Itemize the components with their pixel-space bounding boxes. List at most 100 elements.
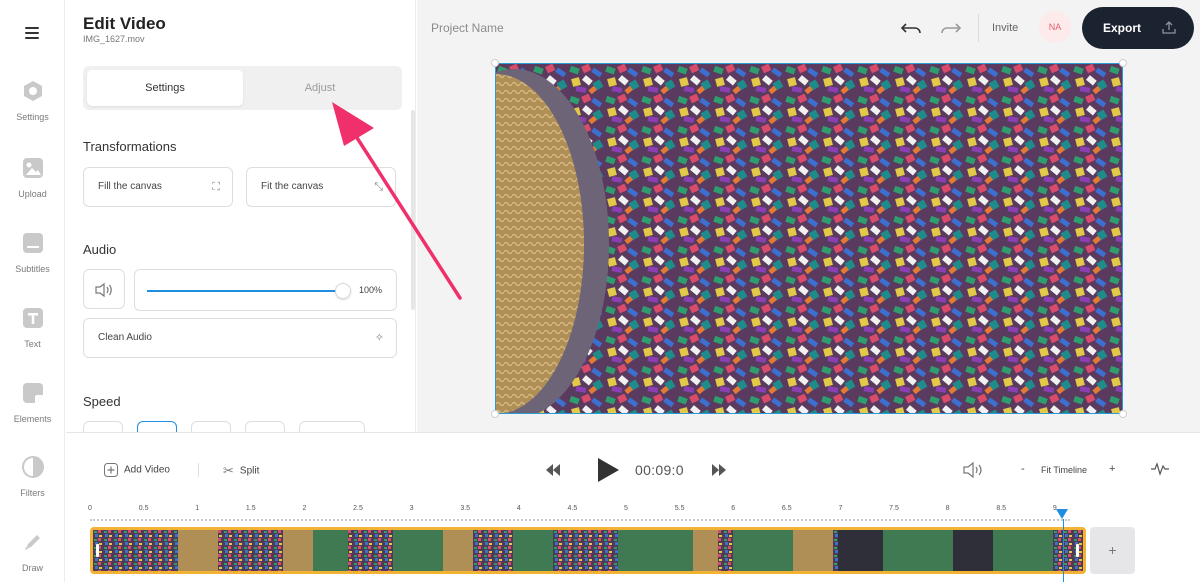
text-icon bbox=[22, 308, 43, 328]
resize-handle[interactable] bbox=[1119, 410, 1127, 418]
volume-icon[interactable] bbox=[962, 461, 984, 479]
ruler-label: 2.5 bbox=[353, 505, 363, 512]
project-name[interactable]: Project Name bbox=[431, 21, 504, 35]
sidebar-item-label: Upload bbox=[18, 189, 47, 199]
playhead-marker[interactable] bbox=[1056, 509, 1068, 521]
ruler-label: 0 bbox=[88, 505, 92, 512]
sidebar-item-label: Draw bbox=[21, 563, 43, 573]
speed-option[interactable] bbox=[299, 421, 365, 432]
ruler-label: 3 bbox=[409, 505, 414, 512]
sidebar-item-label: Settings bbox=[16, 112, 49, 122]
volume-slider[interactable]: 100% bbox=[134, 269, 397, 311]
speed-option[interactable] bbox=[83, 421, 123, 432]
timeline-ruler[interactable]: 0 0.5 1 1.5 2 2.5 3 3.5 4 4.5 5 5.5 6 6.… bbox=[88, 505, 1090, 525]
fill-canvas-label: Fill the canvas bbox=[98, 181, 162, 192]
fill-canvas-button[interactable]: Fill the canvas ⛶ bbox=[83, 167, 233, 207]
sidebar-item-label: Elements bbox=[13, 414, 52, 424]
rewind-icon[interactable] bbox=[546, 464, 560, 476]
playhead-line bbox=[1063, 519, 1064, 582]
sidebar-item-upload[interactable]: Upload bbox=[0, 157, 65, 199]
waveform-icon[interactable] bbox=[1151, 462, 1169, 476]
menu-icon[interactable] bbox=[25, 27, 39, 39]
ruler-ticks bbox=[90, 519, 1070, 523]
ruler-label: 7.5 bbox=[889, 505, 899, 512]
clip-trim-handle-left[interactable] bbox=[96, 544, 99, 557]
ruler-label: 8 bbox=[945, 505, 950, 512]
ruler-label: 4.5 bbox=[567, 505, 578, 512]
fast-forward-icon[interactable] bbox=[712, 464, 726, 476]
sidebar-item-draw[interactable]: Draw bbox=[0, 531, 65, 573]
ruler-label: 2 bbox=[302, 505, 307, 512]
transformations-heading: Transformations bbox=[83, 139, 177, 154]
fit-canvas-label: Fit the canvas bbox=[261, 181, 324, 192]
ruler-label: 1 bbox=[195, 505, 200, 512]
editor-stage: Project Name Invite NA Export bbox=[417, 0, 1200, 432]
sparkle-icon: ✧ bbox=[374, 332, 384, 344]
invite-button[interactable]: Invite bbox=[992, 22, 1018, 34]
ruler-label: 8.5 bbox=[996, 505, 1007, 512]
sidebar-item-text[interactable]: Text bbox=[0, 307, 65, 349]
speed-option-selected[interactable] bbox=[137, 421, 177, 432]
ruler-label: 5 bbox=[624, 505, 628, 512]
speed-option[interactable] bbox=[191, 421, 231, 432]
resize-handle[interactable] bbox=[1119, 59, 1127, 67]
split-button[interactable]: ✂ Split bbox=[223, 463, 259, 479]
toolbar-divider bbox=[978, 14, 979, 42]
sidebar-item-settings[interactable]: Settings bbox=[0, 80, 65, 122]
sidebar-item-filters[interactable]: Filters bbox=[0, 456, 65, 498]
volume-toggle-button[interactable] bbox=[83, 269, 125, 309]
sidebar-item-label: Text bbox=[24, 339, 41, 349]
add-video-button[interactable]: Add Video bbox=[104, 463, 170, 477]
shrink-icon: ⤡ bbox=[374, 181, 383, 193]
volume-value: 100% bbox=[358, 285, 382, 295]
avatar[interactable]: NA bbox=[1039, 11, 1071, 43]
resize-handle[interactable] bbox=[491, 410, 499, 418]
clip-trim-handle-right[interactable] bbox=[1076, 544, 1079, 557]
fit-timeline-button[interactable]: Fit Timeline bbox=[1041, 465, 1087, 475]
file-name: IMG_1627.mov bbox=[83, 34, 145, 44]
sidebar-item-label: Subtitles bbox=[15, 264, 50, 274]
resize-handle[interactable] bbox=[491, 59, 499, 67]
ruler-label: 4 bbox=[516, 505, 521, 512]
zoom-in-button[interactable]: + bbox=[1109, 463, 1115, 475]
ruler-label: 0.5 bbox=[138, 505, 149, 512]
speaker-icon bbox=[95, 282, 112, 298]
ruler-label: 5.5 bbox=[674, 505, 685, 512]
ruler-label: 7 bbox=[838, 505, 843, 512]
toolbar-divider bbox=[198, 463, 199, 477]
upload-icon bbox=[22, 158, 43, 178]
add-video-label: Add Video bbox=[124, 464, 170, 476]
export-label: Export bbox=[1103, 21, 1142, 35]
video-clip[interactable] bbox=[90, 527, 1086, 574]
filters-icon bbox=[21, 456, 44, 478]
add-clip-button[interactable]: + bbox=[1090, 527, 1135, 574]
left-rail: Settings Upload Subtitles Text Elements … bbox=[0, 0, 65, 582]
add-icon bbox=[104, 463, 118, 477]
tab-settings[interactable]: Settings bbox=[87, 70, 243, 106]
zoom-out-button[interactable]: - bbox=[1021, 463, 1025, 475]
clip-thumbnails bbox=[93, 530, 1083, 571]
tab-adjust[interactable]: Adjust bbox=[242, 70, 398, 106]
export-button[interactable]: Export bbox=[1082, 7, 1194, 49]
volume-slider-track bbox=[147, 290, 339, 292]
speed-option[interactable] bbox=[245, 421, 285, 432]
clean-audio-label: Clean Audio bbox=[98, 332, 152, 343]
panel-scrollbar[interactable] bbox=[411, 110, 415, 310]
scissors-icon: ✂ bbox=[223, 463, 234, 478]
draw-icon bbox=[24, 535, 40, 550]
ruler-label: 6.5 bbox=[781, 505, 792, 512]
redo-icon[interactable] bbox=[940, 17, 962, 39]
panel-title: Edit Video bbox=[83, 14, 166, 33]
subtitles-icon bbox=[22, 233, 43, 253]
sidebar-item-subtitles[interactable]: Subtitles bbox=[0, 232, 65, 274]
fit-canvas-button[interactable]: Fit the canvas ⤡ bbox=[246, 167, 396, 207]
edit-video-panel: Edit Video IMG_1627.mov Settings Adjust … bbox=[66, 0, 416, 432]
video-preview[interactable] bbox=[495, 63, 1123, 414]
sidebar-item-label: Filters bbox=[20, 488, 45, 498]
volume-slider-handle[interactable] bbox=[335, 283, 351, 299]
undo-icon[interactable] bbox=[900, 17, 922, 39]
split-label: Split bbox=[239, 465, 260, 477]
play-icon[interactable] bbox=[596, 457, 620, 483]
clean-audio-button[interactable]: Clean Audio ✧ bbox=[83, 318, 397, 358]
sidebar-item-elements[interactable]: Elements bbox=[0, 382, 65, 424]
